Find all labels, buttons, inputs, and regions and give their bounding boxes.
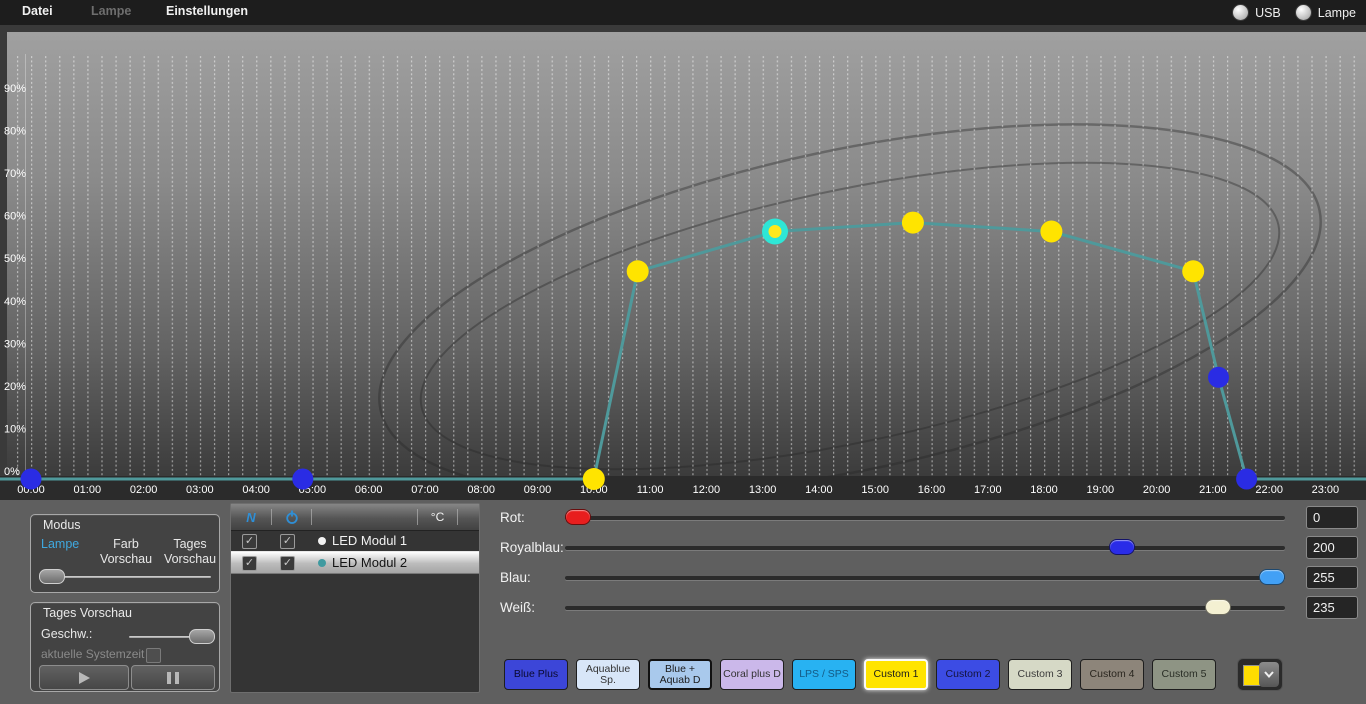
channel-slider-track-rot[interactable] <box>565 516 1285 520</box>
preset-button-custom-5[interactable]: Custom 5 <box>1152 659 1216 690</box>
channel-slider-thumb-royalblau[interactable] <box>1109 539 1135 555</box>
lampe-radio-icon[interactable] <box>1295 4 1312 21</box>
y-tick-label: 50% <box>4 253 26 265</box>
preset-button-custom-3[interactable]: Custom 3 <box>1008 659 1072 690</box>
x-tick-label: 02:00 <box>130 484 158 496</box>
channel-label-royalblau: Royalblau: <box>500 540 564 555</box>
preset-button-blue-plus[interactable]: Blue Plus <box>504 659 568 690</box>
x-tick-label: 23:00 <box>1312 484 1340 496</box>
channel-slider-thumb-rot[interactable] <box>565 509 591 525</box>
channel-slider-track-royalblau[interactable] <box>565 546 1285 550</box>
channel-row-weiss: Weiß: <box>0 596 1366 620</box>
preset-button-blue-aquab-d[interactable]: Blue + Aquab D <box>648 659 712 690</box>
channel-row-blau: Blau: <box>0 566 1366 590</box>
menubar: Datei Lampe Einstellungen USB Lampe <box>0 0 1366 25</box>
connection-lampe[interactable]: Lampe <box>1295 4 1356 21</box>
x-tick-label: 01:00 <box>74 484 102 496</box>
channel-slider-track-blau[interactable] <box>565 576 1285 580</box>
y-tick-label: 40% <box>4 296 26 308</box>
x-tick-label: 21:00 <box>1199 484 1227 496</box>
channel-label-weiss: Weiß: <box>500 600 535 615</box>
channel-label-blau: Blau: <box>500 570 531 585</box>
chart-point-yellow[interactable] <box>1182 260 1204 282</box>
y-tick-label: 90% <box>4 83 26 95</box>
x-tick-label: 22:00 <box>1255 484 1283 496</box>
x-tick-label: 20:00 <box>1143 484 1171 496</box>
speed-label: Geschw.: <box>41 627 92 641</box>
pause-icon <box>167 672 179 684</box>
preset-button-custom-2[interactable]: Custom 2 <box>936 659 1000 690</box>
y-tick-label: 60% <box>4 211 26 223</box>
channel-value-input-weiss[interactable] <box>1306 596 1358 619</box>
channel-row-royalblau: Royalblau: <box>0 536 1366 560</box>
channel-row-rot: Rot: <box>0 506 1366 530</box>
channel-slider-track-weiss[interactable] <box>565 606 1285 610</box>
chart-svg: ATI90%80%70%60%50%40%30%20%10%0%00:0001:… <box>0 26 1366 500</box>
y-tick-label: 80% <box>4 126 26 138</box>
menu-item-einstellungen[interactable]: Einstellungen <box>166 4 248 18</box>
preset-button-coral-plus-d[interactable]: Coral plus D <box>720 659 784 690</box>
x-tick-label: 03:00 <box>186 484 214 496</box>
preset-button-lps-sps[interactable]: LPS / SPS <box>792 659 856 690</box>
channel-slider-thumb-weiss[interactable] <box>1205 599 1231 615</box>
x-tick-label: 07:00 <box>411 484 439 496</box>
menu-item-lampe: Lampe <box>91 4 131 18</box>
channel-slider-thumb-blau[interactable] <box>1259 569 1285 585</box>
x-tick-label: 04:00 <box>242 484 270 496</box>
x-tick-label: 08:00 <box>467 484 495 496</box>
play-button[interactable] <box>39 665 129 690</box>
chart-point-selected[interactable] <box>762 219 788 245</box>
x-tick-label: 11:00 <box>637 484 664 496</box>
speed-slider-thumb[interactable] <box>189 629 215 644</box>
x-tick-label: 14:00 <box>805 484 833 496</box>
x-tick-label: 18:00 <box>1030 484 1058 496</box>
x-tick-label: 06:00 <box>355 484 383 496</box>
lampe-label: Lampe <box>1318 6 1356 20</box>
x-tick-label: 19:00 <box>1087 484 1115 496</box>
y-tick-label: 20% <box>4 381 26 393</box>
lamp-control-app: { "menu": { "items": [ {"id":"datei","la… <box>0 0 1366 704</box>
chart-point-blue[interactable] <box>1208 367 1229 388</box>
x-tick-label: 09:00 <box>524 484 552 496</box>
chart-point-blue[interactable] <box>292 469 313 490</box>
preset-button-custom-1[interactable]: Custom 1 <box>864 659 928 690</box>
connection-status-group: USB Lampe <box>1232 0 1356 25</box>
x-tick-label: 17:00 <box>974 484 1002 496</box>
usb-radio-icon[interactable] <box>1232 4 1249 21</box>
channel-value-input-royalblau[interactable] <box>1306 536 1358 559</box>
x-tick-label: 12:00 <box>693 484 721 496</box>
swatch-dropdown-button[interactable] <box>1259 662 1279 687</box>
system-time-checkbox <box>146 648 161 663</box>
usb-label: USB <box>1255 6 1281 20</box>
chart-point-blue[interactable] <box>21 469 42 490</box>
chart-point-blue[interactable] <box>1236 469 1257 490</box>
x-tick-label: 16:00 <box>918 484 946 496</box>
y-tick-label: 30% <box>4 338 26 350</box>
chart-point-yellow[interactable] <box>1040 221 1062 243</box>
system-time-label: aktuelle Systemzeit <box>41 647 144 661</box>
y-tick-label: 0% <box>4 466 20 478</box>
x-tick-label: 13:00 <box>749 484 777 496</box>
channel-value-input-blau[interactable] <box>1306 566 1358 589</box>
y-tick-label: 10% <box>4 423 26 435</box>
x-tick-label: 15:00 <box>861 484 889 496</box>
daylight-curve-chart: ATI90%80%70%60%50%40%30%20%10%0%00:0001:… <box>0 25 1366 500</box>
preset-button-aquablue-sp[interactable]: Aquablue Sp. <box>576 659 640 690</box>
chart-point-yellow[interactable] <box>902 212 924 234</box>
color-swatch-control <box>1237 658 1283 691</box>
chart-point-yellow[interactable] <box>627 260 649 282</box>
chart-grid <box>7 54 1366 478</box>
menu-item-datei[interactable]: Datei <box>22 4 53 18</box>
preset-button-custom-4[interactable]: Custom 4 <box>1080 659 1144 690</box>
channel-label-rot: Rot: <box>500 510 525 525</box>
connection-usb[interactable]: USB <box>1232 4 1281 21</box>
play-icon <box>79 672 90 684</box>
pause-button[interactable] <box>131 665 215 690</box>
chart-point-yellow[interactable] <box>583 468 605 490</box>
y-tick-label: 70% <box>4 168 26 180</box>
channel-value-input-rot[interactable] <box>1306 506 1358 529</box>
chevron-down-icon <box>1264 671 1274 678</box>
